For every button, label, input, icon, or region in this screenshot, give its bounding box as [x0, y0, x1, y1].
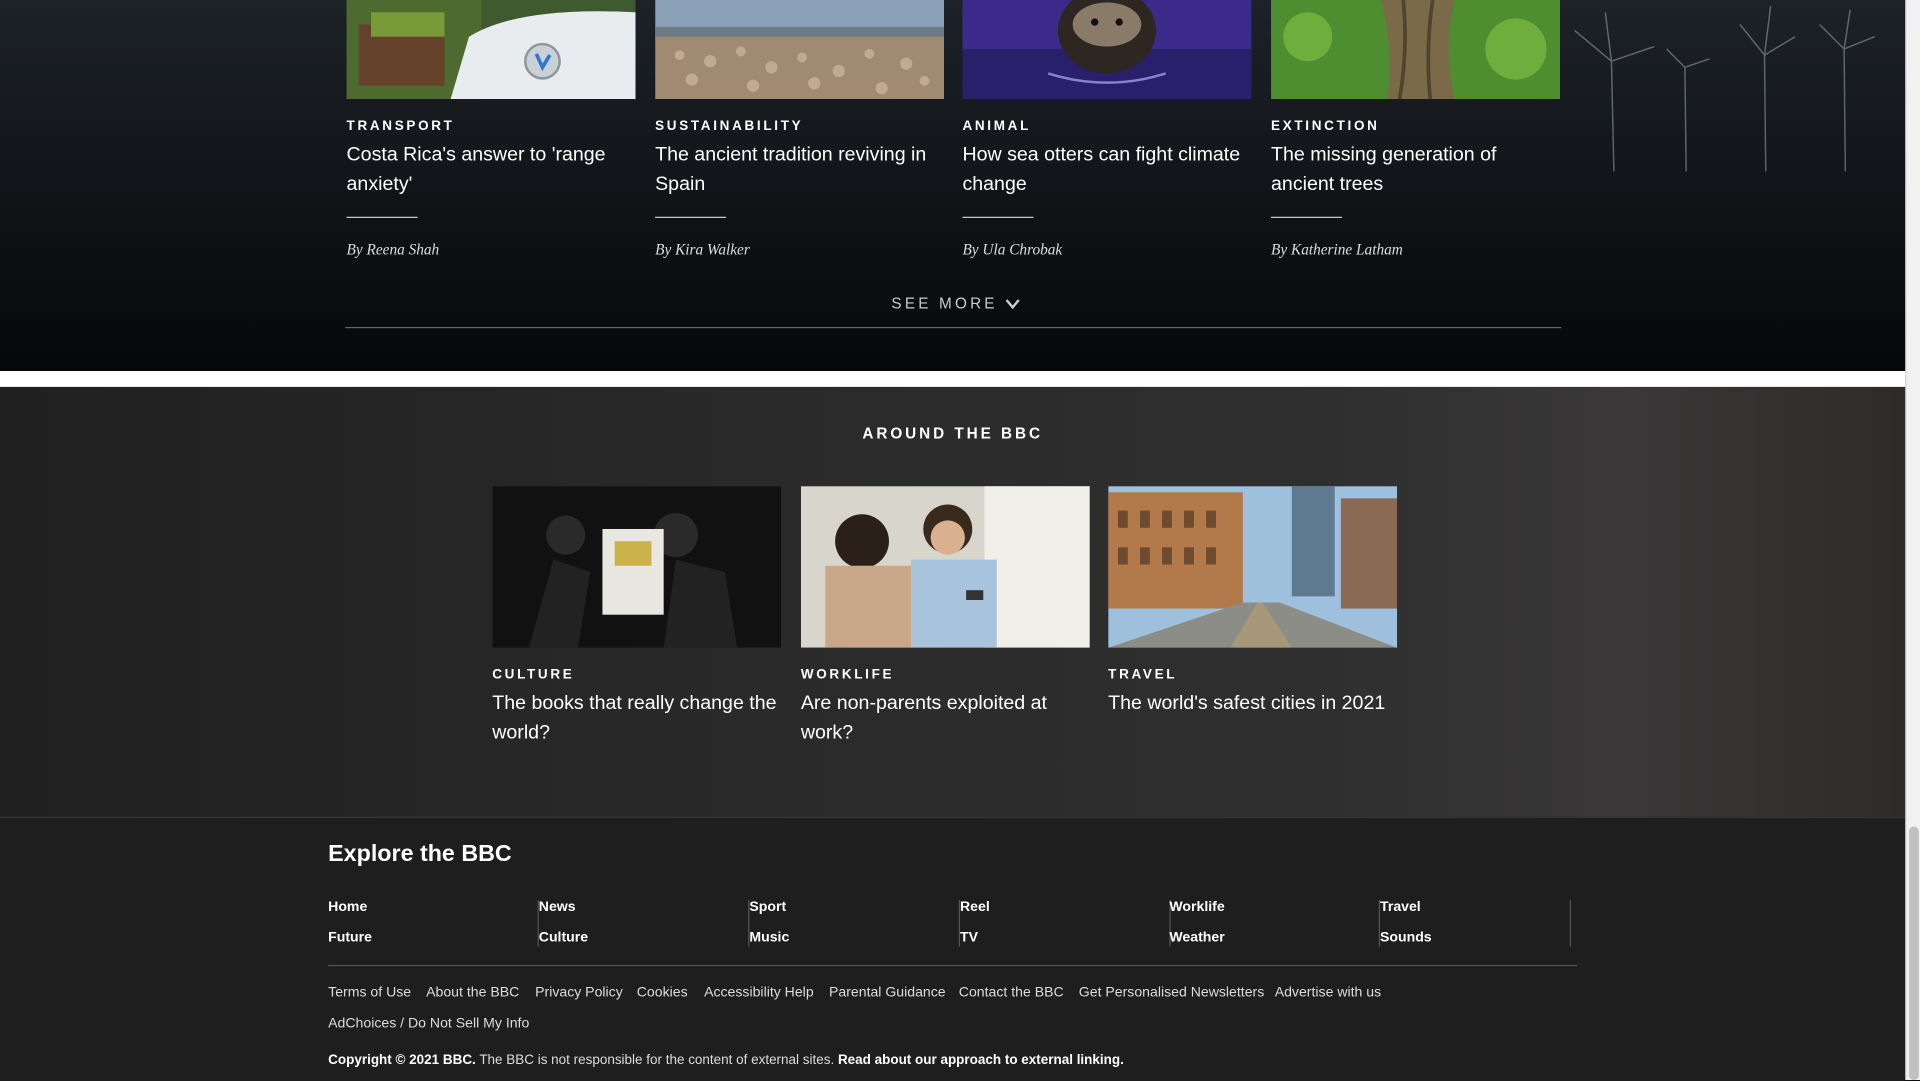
footer-nav-worklife[interactable]: Worklife: [1169, 900, 1224, 915]
footer-divider: [328, 964, 1578, 967]
see-more-button[interactable]: SEE MORE: [891, 295, 1020, 313]
footer-nav-news[interactable]: News: [539, 900, 576, 915]
office-workers-image[interactable]: [800, 486, 1090, 648]
footer-nav-column: Worklife Weather: [1169, 900, 1381, 947]
footer-nav-column: Home Future: [328, 900, 539, 947]
ancient-tree-image[interactable]: [1271, 0, 1561, 100]
copyright-text: The BBC is not responsible for the conte…: [475, 1053, 838, 1068]
footer-nav-column: Reel TV: [960, 900, 1171, 947]
card-headline[interactable]: Are non-parents exploited at work?: [801, 689, 1090, 748]
footer-link-terms[interactable]: Terms of Use: [328, 986, 411, 1001]
divider: [1271, 216, 1343, 218]
footer-nav-column: News Culture: [539, 900, 750, 947]
card-headline[interactable]: Costa Rica's answer to 'range anxiety': [347, 141, 636, 200]
footer-nav-travel[interactable]: Travel: [1380, 900, 1421, 915]
card-headline[interactable]: The missing generation of ancient trees: [1271, 141, 1560, 200]
footer-nav-tv[interactable]: TV: [960, 931, 978, 946]
footer-nav-culture[interactable]: Culture: [539, 931, 588, 946]
card-tag: ANIMAL: [962, 118, 1032, 134]
card-tag: TRANSPORT: [346, 118, 455, 134]
card-byline: By Reena Shah: [346, 241, 440, 259]
card-headline[interactable]: The books that really change the world?: [492, 689, 781, 748]
footer-link-about[interactable]: About the BBC: [426, 986, 519, 1001]
footer-link-advertise[interactable]: Advertise with us: [1275, 986, 1381, 1001]
section-divider: [345, 326, 1562, 329]
footer-link-accessibility[interactable]: Accessibility Help: [704, 986, 814, 1001]
copyright-label: Copyright © 2021 BBC.: [328, 1053, 476, 1068]
wind-turbines-background: [1574, 6, 1875, 172]
divider: [346, 216, 418, 218]
section-gap: [0, 371, 1906, 387]
divider: [962, 216, 1034, 218]
sea-otter-image[interactable]: [962, 0, 1252, 100]
footer-title: Explore the BBC: [328, 841, 512, 867]
scrollbar-thumb[interactable]: [1908, 826, 1919, 1081]
card-tag: CULTURE: [492, 667, 575, 683]
footer-link-cookies[interactable]: Cookies: [637, 986, 688, 1001]
card-byline: By Kira Walker: [655, 241, 750, 259]
card-byline: By Katherine Latham: [1271, 241, 1403, 259]
future-planet-section: TRANSPORT Costa Rica's answer to 'range …: [0, 0, 1906, 372]
copyright-notice: Copyright © 2021 BBC. The BBC is not res…: [328, 1053, 1124, 1068]
around-the-bbc-section: AROUND THE BBC CULTURE The books that re…: [0, 386, 1906, 817]
card-tag: WORKLIFE: [800, 667, 895, 683]
divider: [655, 216, 727, 218]
city-street-image[interactable]: [1108, 486, 1398, 648]
footer-nav-column: Travel Sounds: [1380, 900, 1572, 947]
card-tag: SUSTAINABILITY: [655, 118, 804, 134]
card-tag: EXTINCTION: [1271, 118, 1380, 134]
footer-link-contact[interactable]: Contact the BBC: [959, 986, 1064, 1001]
card-headline[interactable]: How sea otters can fight climate change: [962, 141, 1251, 200]
card-byline: By Ula Chrobak: [962, 241, 1063, 259]
footer-nav-reel[interactable]: Reel: [960, 900, 990, 915]
chevron-down-icon: [1005, 298, 1020, 309]
page: TRANSPORT Costa Rica's answer to 'range …: [0, 0, 1920, 1081]
stage-performance-image[interactable]: [492, 486, 782, 648]
electric-car-charging-image[interactable]: [346, 0, 636, 100]
footer-nav-sport[interactable]: Sport: [749, 900, 786, 915]
footer-link-parental[interactable]: Parental Guidance: [829, 986, 946, 1001]
page-scrollbar[interactable]: [1905, 0, 1920, 1081]
external-linking-link[interactable]: Read about our approach to external link…: [838, 1053, 1124, 1068]
card-headline[interactable]: The ancient tradition reviving in Spain: [655, 141, 944, 200]
sheep-flock-image[interactable]: [655, 0, 945, 100]
see-more-label: SEE MORE: [891, 295, 998, 313]
footer: Explore the BBC Home Future News Culture…: [0, 816, 1906, 1081]
footer-nav-future[interactable]: Future: [328, 931, 372, 946]
footer-nav-home[interactable]: Home: [328, 900, 367, 915]
footer-nav-weather[interactable]: Weather: [1169, 931, 1224, 946]
footer-link-newsletters[interactable]: Get Personalised Newsletters: [1079, 986, 1264, 1001]
footer-nav-column: Sport Music: [749, 900, 961, 947]
section-title: AROUND THE BBC: [862, 424, 1043, 443]
footer-link-adchoices[interactable]: AdChoices / Do Not Sell My Info: [328, 1016, 529, 1031]
footer-nav-sounds[interactable]: Sounds: [1380, 931, 1432, 946]
card-tag: TRAVEL: [1108, 667, 1178, 683]
footer-link-privacy[interactable]: Privacy Policy: [535, 986, 623, 1001]
card-headline[interactable]: The world's safest cities in 2021: [1108, 689, 1397, 718]
footer-nav-music[interactable]: Music: [749, 931, 789, 946]
